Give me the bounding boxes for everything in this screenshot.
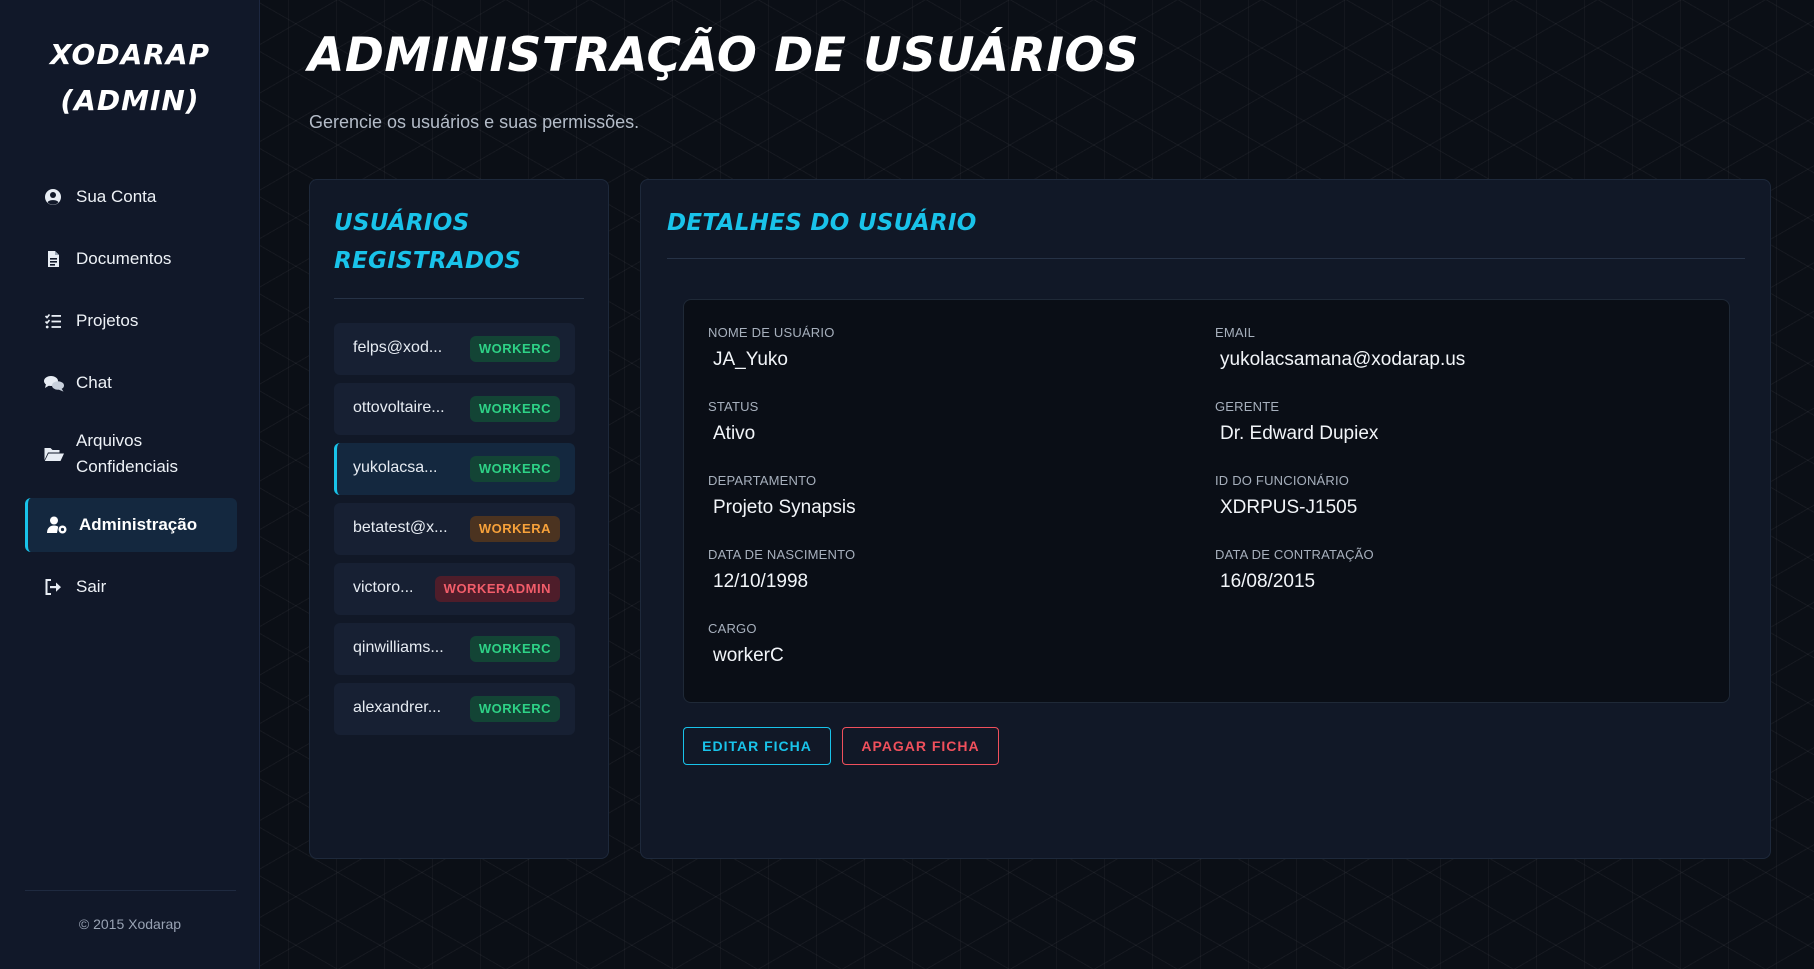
field-label: STATUS	[708, 399, 759, 414]
users-panel: USUÁRIOS REGISTRADOS felps@xod... WORKER…	[309, 179, 609, 859]
sidebar-item-label: Projetos	[76, 311, 139, 330]
brand-name: XODARAP	[49, 38, 211, 71]
sidebar-item-label: Administração	[79, 515, 198, 534]
user-list-item[interactable]: felps@xod... WORKERC	[334, 323, 575, 375]
field-label: DATA DE CONTRATAÇÃO	[1215, 547, 1374, 562]
brand-role: (ADMIN)	[60, 84, 200, 117]
sidebar-item-projetos[interactable]: Projetos	[25, 294, 237, 348]
field-status: STATUS Ativo	[708, 399, 759, 445]
field-value: Projeto Synapsis	[713, 497, 856, 518]
user-email: ottovoltaire...	[353, 399, 445, 416]
sidebar-item-sua-conta[interactable]: Sua Conta	[25, 170, 237, 224]
brand-logo: XODARAP (ADMIN)	[0, 32, 260, 124]
sidebar-item-label: Chat	[76, 373, 112, 392]
field-employee-id: ID DO FUNCIONÁRIO XDRPUS-J1505	[1215, 473, 1357, 519]
page-subtitle: Gerencie os usuários e suas permissões.	[309, 112, 640, 132]
sidebar-item-administracao[interactable]: Administração	[25, 498, 237, 552]
user-info-card: NOME DE USUÁRIO JA_Yuko EMAIL yukolacsam…	[683, 299, 1730, 703]
user-details-panel: DETALHES DO USUÁRIO NOME DE USUÁRIO JA_Y…	[640, 179, 1771, 859]
field-value: Dr. Edward Dupiex	[1220, 423, 1379, 444]
field-manager: GERENTE Dr. Edward Dupiex	[1215, 399, 1378, 445]
sidebar-divider	[25, 890, 236, 891]
sidebar: XODARAP (ADMIN) Sua Conta Documentos Pro…	[0, 0, 260, 969]
field-department: DEPARTAMENTO Projeto Synapsis	[708, 473, 856, 519]
sidebar-item-label: Documentos	[76, 249, 172, 268]
field-value: XDRPUS-J1505	[1220, 497, 1358, 518]
user-email: yukolacsa...	[353, 459, 438, 476]
edit-record-button[interactable]: EDITAR FICHA	[683, 727, 831, 765]
field-birth-date: DATA DE NASCIMENTO 12/10/1998	[708, 547, 855, 593]
user-email: betatest@x...	[353, 519, 448, 536]
field-value: Ativo	[713, 423, 756, 444]
details-panel-title: DETALHES DO USUÁRIO	[667, 210, 977, 236]
sidebar-item-documentos[interactable]: Documentos	[25, 232, 237, 286]
task-list-icon	[43, 311, 63, 331]
field-label: EMAIL	[1215, 325, 1256, 340]
users-panel-divider	[334, 298, 584, 299]
field-value: 16/08/2015	[1220, 571, 1316, 592]
user-email: alexandrer...	[353, 699, 442, 716]
field-value: yukolacsamana@xodarap.us	[1220, 349, 1466, 370]
sidebar-item-chat[interactable]: Chat	[25, 356, 237, 410]
sidebar-item-label: Sua Conta	[76, 187, 157, 206]
details-panel-divider	[667, 258, 1745, 259]
user-list-item[interactable]: ottovoltaire... WORKERC	[334, 383, 575, 435]
user-email: victoro...	[353, 579, 414, 596]
role-badge: WORKERC	[469, 636, 560, 662]
sidebar-item-sair[interactable]: Sair	[25, 560, 237, 614]
user-list-item[interactable]: victoro... WORKERADMIN	[334, 563, 575, 615]
field-label: ID DO FUNCIONÁRIO	[1215, 473, 1350, 488]
field-value: 12/10/1998	[713, 571, 809, 592]
field-email: EMAIL yukolacsamana@xodarap.us	[1215, 325, 1465, 371]
role-badge: WORKERC	[469, 696, 560, 722]
users-panel-title: USUÁRIOS REGISTRADOS	[334, 210, 522, 274]
field-label: DATA DE NASCIMENTO	[708, 547, 856, 562]
role-badge: WORKERC	[469, 456, 560, 482]
role-badge: WORKERA	[469, 516, 560, 542]
sidebar-nav: Sua Conta Documentos Projetos Chat Arqui…	[25, 170, 237, 622]
field-role: CARGO workerC	[708, 621, 784, 667]
document-icon	[43, 249, 63, 269]
copyright: © 2015 Xodarap	[78, 916, 182, 932]
field-label: CARGO	[708, 621, 757, 636]
field-label: GERENTE	[1215, 399, 1280, 414]
field-label: NOME DE USUÁRIO	[708, 325, 835, 340]
sidebar-item-label: Sair	[76, 577, 107, 596]
field-value: workerC	[713, 645, 784, 666]
page-title: ADMINISTRAÇÃO DE USUÁRIOS	[308, 28, 1140, 83]
folder-open-icon	[43, 444, 64, 464]
chat-bubbles-icon	[43, 373, 64, 393]
user-email: qinwilliams...	[353, 639, 444, 656]
user-email: felps@xod...	[353, 339, 443, 356]
user-list-item[interactable]: betatest@x... WORKERA	[334, 503, 575, 555]
field-hire-date: DATA DE CONTRATAÇÃO 16/08/2015	[1215, 547, 1374, 593]
user-list: felps@xod... WORKERC ottovoltaire... WOR…	[334, 323, 575, 743]
role-badge: WORKERC	[469, 396, 560, 422]
role-badge: WORKERADMIN	[434, 576, 560, 602]
user-circle-icon	[43, 187, 63, 207]
field-label: DEPARTAMENTO	[708, 473, 817, 488]
user-list-item[interactable]: alexandrer... WORKERC	[334, 683, 575, 735]
sidebar-item-arquivos-confidenciais[interactable]: Arquivos Confidenciais	[25, 418, 237, 490]
role-badge: WORKERC	[469, 336, 560, 362]
field-username: NOME DE USUÁRIO JA_Yuko	[708, 325, 835, 371]
user-gear-icon	[46, 515, 67, 535]
sidebar-item-label: Arquivos Confidenciais	[76, 431, 179, 476]
sign-out-icon	[43, 577, 63, 597]
user-list-item[interactable]: qinwilliams... WORKERC	[334, 623, 575, 675]
delete-record-button[interactable]: APAGAR FICHA	[842, 727, 999, 765]
user-list-item-selected[interactable]: yukolacsa... WORKERC	[334, 443, 575, 495]
field-value: JA_Yuko	[713, 349, 788, 370]
